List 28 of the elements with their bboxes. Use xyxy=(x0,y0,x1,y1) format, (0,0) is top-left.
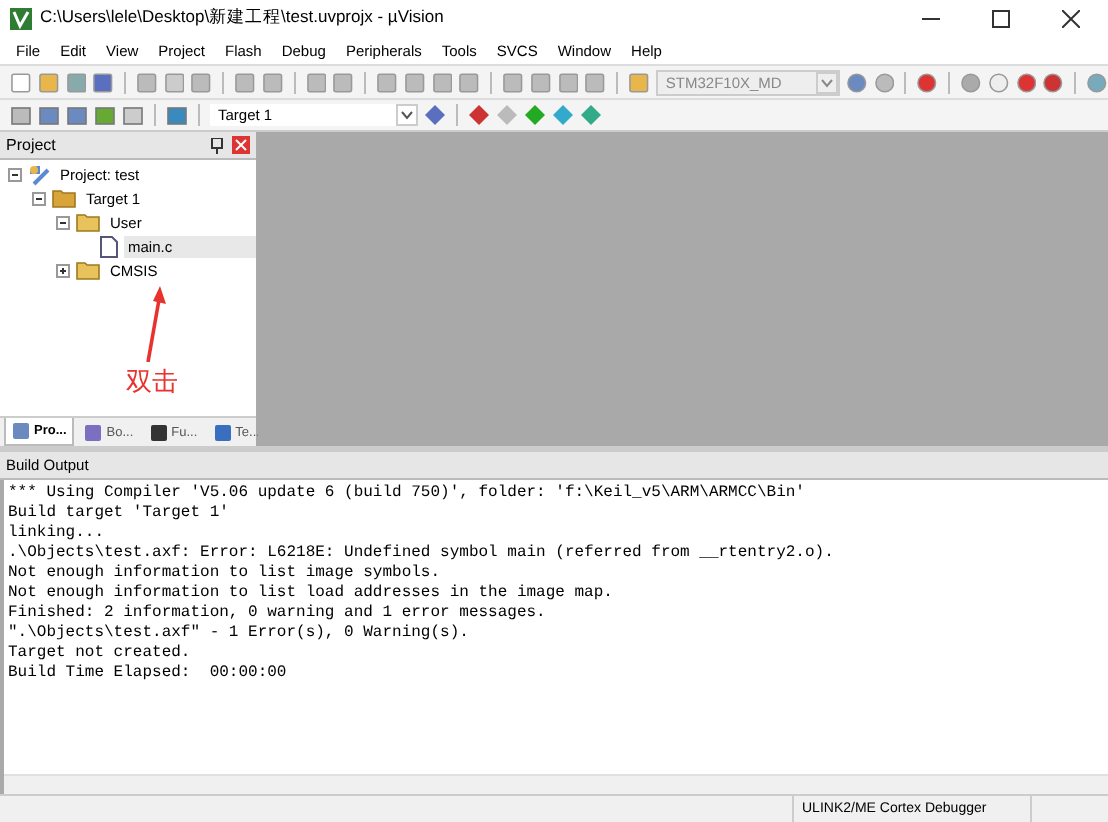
horizontal-scrollbar[interactable] xyxy=(4,774,1108,794)
circle-icon[interactable] xyxy=(960,71,982,93)
close-icon[interactable] xyxy=(1062,9,1080,27)
output-line: Not enough information to list image symbols. xyxy=(8,564,443,584)
app-icon xyxy=(10,7,32,29)
output-line: .\Objects\test.axf: Error: L6218E: Undefined symbol main (referred from __rtentry2.o). xyxy=(8,544,836,564)
window-title: C:\Users\lele\Desktop\新建工程\test.uvprojx - µVision xyxy=(40,6,444,30)
collapse-icon[interactable] xyxy=(8,167,22,181)
project-icon xyxy=(28,163,50,185)
output-line: Build target 'Target 1' xyxy=(8,504,231,524)
minimize-icon[interactable] xyxy=(922,17,940,19)
annotation-arrow xyxy=(144,286,168,362)
collapse-icon[interactable] xyxy=(56,215,70,229)
output-line: Finished: 2 information, 0 warning and 1 error messages. xyxy=(8,604,548,624)
expand-icon[interactable] xyxy=(56,263,70,277)
output-line: Not enough information to list load addresses in the image map. xyxy=(8,584,615,604)
circle-icon[interactable] xyxy=(987,71,1010,93)
output-line: Build Time Elapsed: 00:00:00 xyxy=(8,664,289,684)
output-line: *** Using Compiler 'V5.06 update 6 (build 750)', folder: 'f:\Keil_v5\ARM\ARMCC\Bin' xyxy=(8,484,807,504)
output-line: ".\Objects\test.axf" - 1 Error(s), 0 Warning(s). xyxy=(8,624,471,644)
output-line: linking... xyxy=(8,524,107,544)
pin-icon[interactable] xyxy=(210,137,224,153)
output-line: Target not created. xyxy=(8,644,193,664)
file-icon xyxy=(100,235,118,257)
annotation-text: 双击 xyxy=(126,364,178,400)
panel-title: Project xyxy=(6,136,56,154)
maximize-icon[interactable] xyxy=(992,9,1010,27)
collapse-icon[interactable] xyxy=(32,191,46,205)
